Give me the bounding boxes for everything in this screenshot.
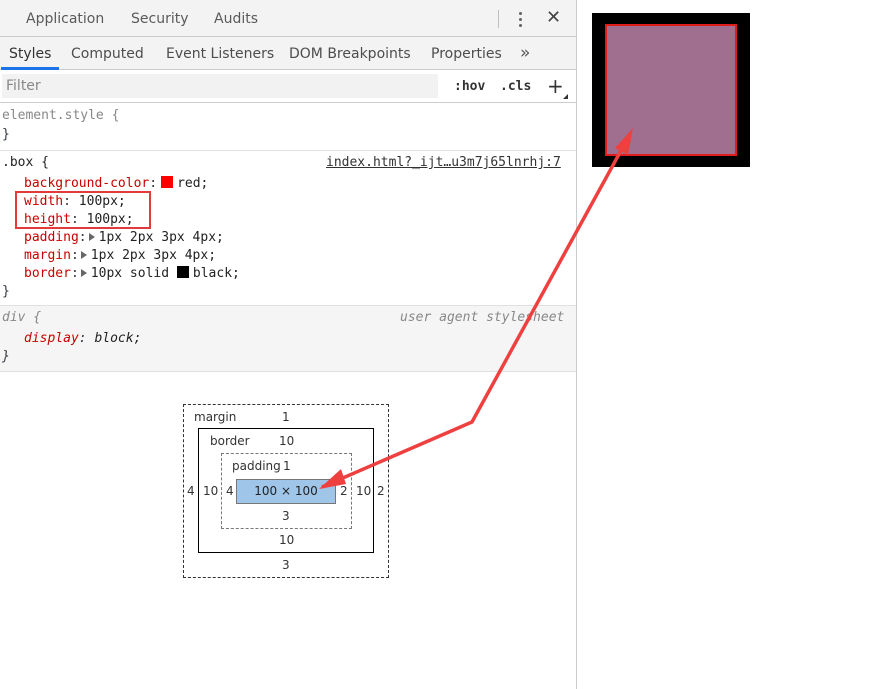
tab-audits[interactable]: Audits xyxy=(214,0,258,36)
expand-triangle-icon[interactable] xyxy=(88,233,95,241)
div-selector: div { xyxy=(2,310,42,325)
padding-top-value[interactable]: 1 xyxy=(283,459,291,473)
user-agent-label: user agent stylesheet xyxy=(400,310,565,325)
filter-input[interactable] xyxy=(2,74,438,98)
border-label: border xyxy=(210,434,250,448)
prop-value: 10px solid xyxy=(90,266,177,281)
tab-properties[interactable]: Properties xyxy=(431,37,502,69)
box-selector[interactable]: .box { xyxy=(2,154,49,172)
margin-label: margin xyxy=(194,410,237,424)
decl-border[interactable]: border: 10px solid black; xyxy=(24,265,240,283)
rendered-box-preview xyxy=(592,13,750,167)
element-style-selector[interactable]: element.style { xyxy=(2,107,119,125)
margin-top-value[interactable]: 1 xyxy=(282,410,290,424)
sub-tab-bar: Styles Computed Event Listeners DOM Brea… xyxy=(0,37,576,70)
more-options-icon[interactable] xyxy=(514,8,528,30)
rule-close-brace: } xyxy=(2,349,10,364)
more-tabs-chevron-icon[interactable]: » xyxy=(520,37,530,69)
expand-triangle-icon[interactable] xyxy=(80,251,87,259)
new-rule-corner-icon xyxy=(563,94,568,99)
color-swatch-icon[interactable] xyxy=(176,266,189,278)
top-tab-bar: Application Security Audits ✕ xyxy=(0,0,576,37)
tab-styles[interactable]: Styles xyxy=(0,37,61,70)
rule-divider xyxy=(0,371,576,372)
color-swatch-icon[interactable] xyxy=(161,176,174,188)
tab-application[interactable]: Application xyxy=(26,0,104,36)
toolbar-divider xyxy=(498,10,499,28)
prop-value: block; xyxy=(94,331,142,346)
tab-dom-breakpoints[interactable]: DOM Breakpoints xyxy=(289,37,411,69)
tab-computed[interactable]: Computed xyxy=(71,37,144,69)
border-bottom-value[interactable]: 10 xyxy=(279,533,294,547)
prop-name: margin xyxy=(24,248,71,263)
padding-label: padding xyxy=(232,459,281,473)
padding-bottom-value[interactable]: 3 xyxy=(282,509,290,523)
prop-name: padding xyxy=(24,230,79,245)
border-top-value[interactable]: 10 xyxy=(279,434,294,448)
tab-security[interactable]: Security xyxy=(131,0,189,36)
padding-right-value[interactable]: 2 xyxy=(340,484,348,498)
rule-divider xyxy=(0,150,576,151)
devtools-panel: Application Security Audits ✕ Styles Com… xyxy=(0,0,577,689)
margin-right-value[interactable]: 2 xyxy=(377,484,385,498)
prop-value: 1px 2px 3px 4px; xyxy=(98,230,224,245)
prop-name: display xyxy=(24,331,79,346)
prop-value: 1px 2px 3px 4px; xyxy=(90,248,217,263)
source-link[interactable]: index.html?_ijt…u3m7j65lnrhj:7 xyxy=(326,154,561,172)
tab-event-listeners[interactable]: Event Listeners xyxy=(166,37,274,69)
prop-name: border xyxy=(24,266,71,281)
rule-close-brace: } xyxy=(2,127,10,142)
content-size[interactable]: 100 × 100 xyxy=(236,479,336,504)
decl-padding[interactable]: padding: 1px 2px 3px 4px; xyxy=(24,229,224,247)
styles-filter-bar: :hov .cls + xyxy=(0,70,576,103)
prop-value: black; xyxy=(192,266,240,281)
margin-left-value[interactable]: 4 xyxy=(187,484,195,498)
hov-toggle-button[interactable]: :hov xyxy=(454,70,485,104)
rule-close-brace: } xyxy=(2,284,10,299)
cls-toggle-button[interactable]: .cls xyxy=(500,70,531,104)
border-right-value[interactable]: 10 xyxy=(356,484,371,498)
expand-triangle-icon[interactable] xyxy=(80,269,87,277)
decl-display: display: block; xyxy=(24,331,142,346)
prop-name: background-color xyxy=(24,176,150,191)
highlight-rectangle xyxy=(15,191,151,229)
close-icon[interactable]: ✕ xyxy=(546,8,561,28)
user-agent-rule: div { user agent stylesheet display: blo… xyxy=(0,306,576,371)
box-content-area xyxy=(605,24,737,156)
prop-value: red; xyxy=(177,176,209,191)
margin-bottom-value[interactable]: 3 xyxy=(282,558,290,572)
border-left-value[interactable]: 10 xyxy=(203,484,218,498)
padding-left-value[interactable]: 4 xyxy=(226,484,234,498)
decl-margin[interactable]: margin: 1px 2px 3px 4px; xyxy=(24,247,216,265)
new-style-rule-button[interactable]: + xyxy=(547,72,564,100)
